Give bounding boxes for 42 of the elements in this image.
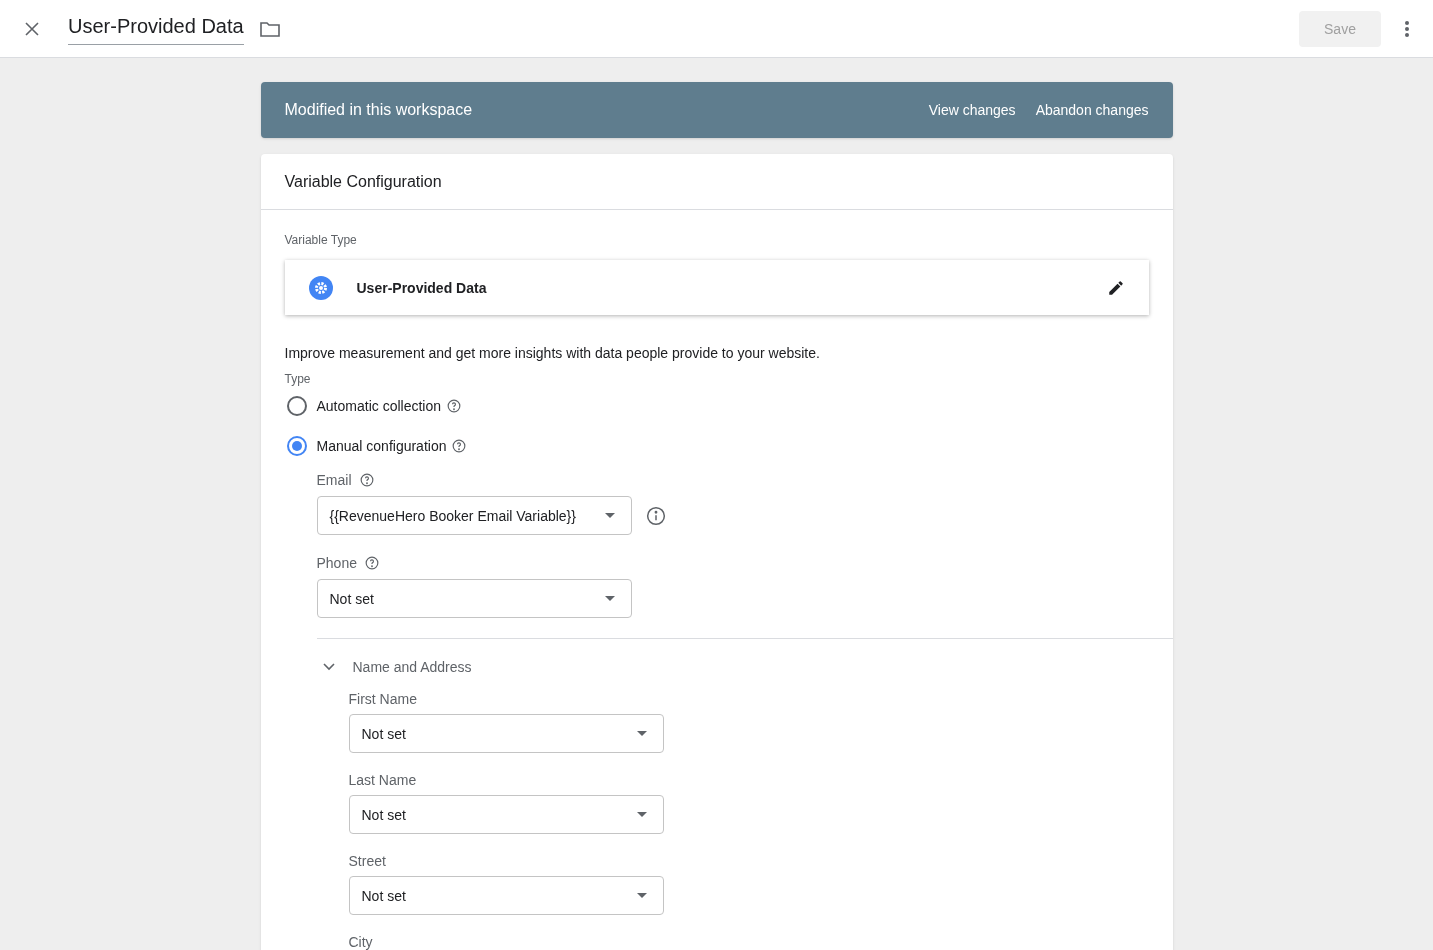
- description-text: Improve measurement and get more insights with data people provide to your website.: [284, 344, 821, 363]
- folder-icon[interactable]: [259, 20, 280, 37]
- card-title: Variable Configuration: [284, 171, 442, 192]
- help-icon[interactable]: [452, 439, 467, 453]
- field-label: Phone: [316, 554, 357, 573]
- help-icon[interactable]: [447, 399, 461, 413]
- close-icon[interactable]: [24, 20, 40, 37]
- dropdown-select[interactable]: Not set: [348, 795, 664, 834]
- dropdown-caret-icon: [636, 812, 647, 817]
- section-title[interactable]: Name and Address: [352, 657, 472, 677]
- dropdown-caret-icon: [636, 893, 647, 898]
- help-icon[interactable]: [359, 473, 374, 487]
- radio-label: Automatic collection: [316, 397, 441, 416]
- dropdown-caret-icon: [604, 596, 615, 601]
- dropdown-caret-icon: [636, 731, 647, 736]
- info-icon[interactable]: [645, 505, 666, 526]
- chevron-icon[interactable]: [322, 663, 335, 671]
- banner-action-link[interactable]: Abandon changes: [1035, 100, 1149, 120]
- field-label: City: [348, 933, 374, 950]
- field-label: First Name: [348, 690, 418, 709]
- help-icon[interactable]: [365, 556, 379, 570]
- banner-text: Modified in this workspace: [284, 100, 474, 120]
- page-title: User-Provided Data: [68, 12, 244, 45]
- variable-type-panel[interactable]: User-Provided Data: [284, 260, 1149, 315]
- banner-action-link[interactable]: View changes: [928, 100, 1016, 120]
- radio-button[interactable]: [286, 436, 307, 456]
- dropdown-select[interactable]: {{RevenueHero Booker Email Variable}}: [316, 496, 632, 535]
- more-icon[interactable]: [1405, 20, 1409, 37]
- radio-button[interactable]: [286, 396, 307, 416]
- dropdown-select[interactable]: Not set: [348, 876, 664, 915]
- field-label: Street: [348, 852, 387, 871]
- edit-pencil-icon[interactable]: [1106, 278, 1125, 297]
- dropdown-caret-icon: [604, 513, 615, 518]
- variable-type-name: User-Provided Data: [356, 278, 488, 298]
- field-label: Type: [284, 371, 312, 387]
- field-label: Last Name: [348, 771, 418, 790]
- dropdown-select[interactable]: Not set: [348, 714, 664, 753]
- radio-label: Manual configuration: [316, 437, 447, 456]
- gear-icon: [308, 275, 333, 300]
- field-label: Email: [316, 471, 352, 490]
- field-label: Variable Type: [284, 232, 358, 248]
- dropdown-select[interactable]: Not set: [316, 579, 632, 618]
